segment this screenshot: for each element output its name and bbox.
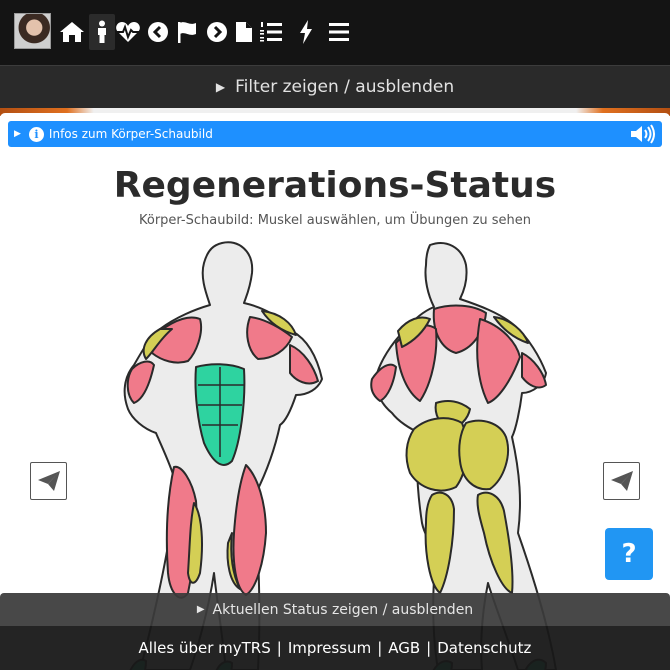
footer-link-about[interactable]: Alles über myTRS bbox=[139, 639, 271, 657]
footer-separator: | bbox=[377, 639, 383, 657]
filter-toggle-label: Filter zeigen / ausblenden bbox=[235, 77, 455, 97]
info-toggle-label: Infos zum Körper-Schaubild bbox=[48, 127, 213, 141]
status-toggle-label: Aktuellen Status zeigen / ausblenden bbox=[212, 601, 474, 618]
right-glute-muscle[interactable] bbox=[458, 419, 509, 491]
paper-plane-icon bbox=[610, 471, 633, 491]
hamburger-menu-icon[interactable] bbox=[326, 14, 352, 50]
expand-triangle-icon: ▶ bbox=[215, 80, 226, 94]
status-toggle[interactable]: ▶ Aktuellen Status zeigen / ausblenden bbox=[0, 593, 670, 626]
expand-triangle-icon: ▶ bbox=[14, 129, 21, 139]
footer: Alles über myTRS | Impressum | AGB | Dat… bbox=[0, 626, 670, 670]
chevron-right-circle-icon[interactable] bbox=[204, 14, 230, 50]
left-glute-muscle[interactable] bbox=[405, 417, 468, 492]
expand-triangle-icon: ▶ bbox=[196, 604, 205, 615]
document-icon[interactable] bbox=[231, 14, 257, 50]
numbered-list-icon[interactable] bbox=[258, 14, 284, 50]
body-chart-card: ▶ i Infos zum Körper-Schaubild Regenerat… bbox=[0, 113, 670, 670]
help-button[interactable]: ? bbox=[605, 528, 653, 580]
page-subtitle: Körper-Schaubild: Muskel auswählen, um Ü… bbox=[138, 213, 532, 228]
chevron-left-circle-icon[interactable] bbox=[145, 14, 171, 50]
filter-toggle[interactable]: ▶ Filter zeigen / ausblenden bbox=[0, 65, 670, 108]
page-title: Regenerations-Status bbox=[113, 165, 557, 206]
home-icon[interactable] bbox=[59, 14, 85, 50]
top-navigation bbox=[0, 0, 670, 65]
footer-link-terms[interactable]: AGB bbox=[388, 639, 420, 657]
info-icon: i bbox=[28, 126, 44, 142]
footer-separator: | bbox=[276, 639, 282, 657]
bolt-icon[interactable] bbox=[293, 14, 319, 50]
person-icon[interactable] bbox=[89, 14, 115, 50]
share-left-button[interactable] bbox=[30, 462, 67, 500]
speaker-icon[interactable] bbox=[630, 124, 656, 147]
share-right-button[interactable] bbox=[603, 462, 640, 500]
info-toggle[interactable]: ▶ i Infos zum Körper-Schaubild bbox=[8, 121, 662, 147]
footer-link-privacy[interactable]: Datenschutz bbox=[437, 639, 531, 657]
user-avatar[interactable] bbox=[14, 13, 51, 49]
paper-plane-icon bbox=[37, 471, 60, 491]
footer-link-imprint[interactable]: Impressum bbox=[288, 639, 371, 657]
footer-separator: | bbox=[426, 639, 432, 657]
heartbeat-icon[interactable] bbox=[115, 14, 141, 50]
flag-icon[interactable] bbox=[174, 14, 200, 50]
